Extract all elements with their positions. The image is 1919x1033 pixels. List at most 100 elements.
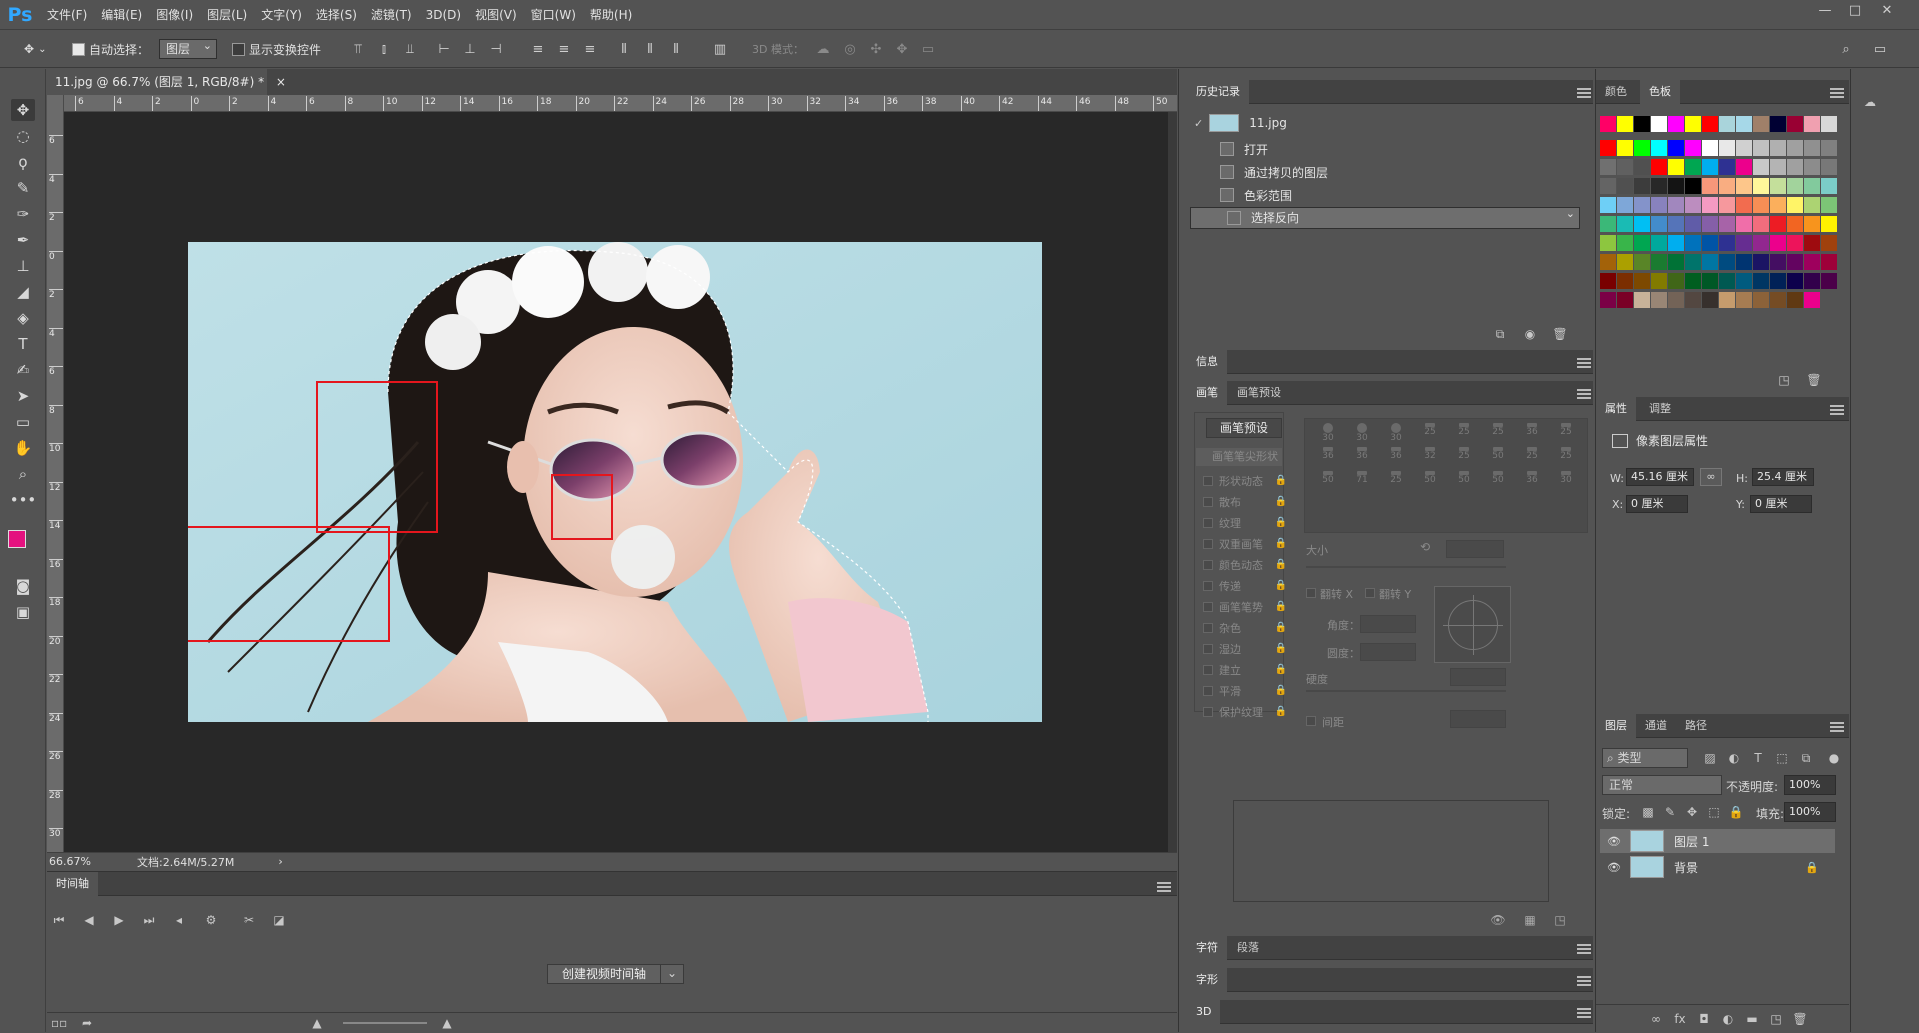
prev-frame-icon[interactable]: ◀ <box>81 912 97 928</box>
color-swatch[interactable] <box>1668 235 1684 251</box>
color-swatch[interactable] <box>1821 159 1837 175</box>
3d-scale-icon[interactable]: ▭ <box>920 42 936 58</box>
menu-item[interactable]: 文件(F) <box>40 0 94 30</box>
new-document-from-state-icon[interactable]: ⧉ <box>1492 326 1508 342</box>
reset-size-icon[interactable]: ⟲ <box>1420 540 1430 554</box>
zoom-slider[interactable] <box>343 1022 427 1024</box>
distribute-bottom-icon[interactable]: ≡ <box>582 42 598 58</box>
brush-tip-cell[interactable]: 36 <box>1515 471 1549 491</box>
color-swatch[interactable] <box>1617 273 1633 289</box>
tab-brush-presets[interactable]: 画笔预设 <box>1228 381 1290 405</box>
brush-option-checkbox[interactable] <box>1203 538 1213 549</box>
brush-option-lock-icon[interactable]: 🔒 <box>1275 580 1287 591</box>
color-swatch[interactable] <box>1634 159 1650 175</box>
eraser-tool-icon[interactable]: ◢ <box>11 281 35 303</box>
color-swatch[interactable] <box>1787 254 1803 270</box>
brush-option-item[interactable]: 保护纹理 🔒 <box>1197 702 1287 721</box>
color-swatch[interactable] <box>1668 273 1684 289</box>
color-swatch[interactable] <box>1804 273 1820 289</box>
lock-artboard-icon[interactable]: ⬚ <box>1706 804 1722 820</box>
zoom-level[interactable]: 66.67% <box>47 855 127 868</box>
color-swatch[interactable] <box>1821 197 1837 213</box>
foreground-color-swatch[interactable] <box>8 530 26 548</box>
menu-item[interactable]: 帮助(H) <box>583 0 639 30</box>
color-swatch[interactable] <box>1770 235 1786 251</box>
fill-field[interactable]: 100% <box>1784 802 1836 822</box>
color-swatch[interactable] <box>1787 159 1803 175</box>
color-swatch[interactable] <box>1753 292 1769 308</box>
align-hcenter-icon[interactable]: ⊥ <box>462 42 478 58</box>
filter-shape-icon[interactable]: ⬚ <box>1774 750 1790 766</box>
color-swatch[interactable] <box>1736 254 1752 270</box>
brush-tip-cell[interactable]: 25 <box>1549 447 1583 467</box>
history-item[interactable]: 通过拷贝的图层 <box>1190 161 1580 183</box>
search-icon[interactable]: ⌕ <box>1838 42 1854 58</box>
brush-tip-cell[interactable]: 30 <box>1311 423 1345 443</box>
brush-option-item[interactable]: 湿边 🔒 <box>1197 639 1287 658</box>
color-swatch[interactable] <box>1770 216 1786 232</box>
visibility-eye-icon[interactable]: 👁 <box>1606 835 1622 848</box>
color-swatch[interactable] <box>1685 197 1701 213</box>
color-swatch[interactable] <box>1651 116 1667 132</box>
brush-option-checkbox[interactable] <box>1203 643 1213 654</box>
color-swatch[interactable] <box>1702 216 1718 232</box>
color-swatch[interactable] <box>1736 273 1752 289</box>
more-tools-icon[interactable]: ••• <box>10 489 37 511</box>
color-swatch[interactable] <box>1753 216 1769 232</box>
3d-roll-icon[interactable]: ◎ <box>842 42 858 58</box>
color-swatch[interactable] <box>1685 292 1701 308</box>
swatches-menu-icon[interactable] <box>1830 88 1844 98</box>
brush-tip-cell[interactable]: 25 <box>1515 447 1549 467</box>
quick-select-tool-icon[interactable]: ✎ <box>11 177 35 199</box>
new-group-folder-icon[interactable]: ▬ <box>1744 1011 1760 1027</box>
color-swatch[interactable] <box>1770 178 1786 194</box>
color-swatch[interactable] <box>1617 235 1633 251</box>
color-swatch[interactable] <box>1617 159 1633 175</box>
brush-option-lock-icon[interactable]: 🔒 <box>1275 643 1287 654</box>
color-swatch[interactable] <box>1600 116 1616 132</box>
color-swatch[interactable] <box>1821 140 1837 156</box>
color-swatch[interactable] <box>1736 197 1752 213</box>
menu-item[interactable]: 图层(L) <box>200 0 254 30</box>
workspace-icon[interactable]: ▭ <box>1872 42 1888 58</box>
tab-layers[interactable]: 图层 <box>1596 714 1636 738</box>
color-swatch[interactable] <box>1804 254 1820 270</box>
color-swatch[interactable] <box>1634 235 1650 251</box>
next-frame-icon[interactable]: ⏭ <box>141 912 157 928</box>
audio-icon[interactable]: ◂ <box>171 912 187 928</box>
color-swatch[interactable] <box>1617 216 1633 232</box>
paint-bucket-tool-icon[interactable]: ◈ <box>11 307 35 329</box>
marquee-tool-icon[interactable]: ◌ <box>11 125 35 147</box>
color-swatch[interactable] <box>1770 197 1786 213</box>
layers-menu-icon[interactable] <box>1830 722 1844 732</box>
close-button[interactable]: ✕ <box>1872 0 1902 22</box>
color-swatch[interactable] <box>1600 273 1616 289</box>
brush-tip-cell[interactable]: 30 <box>1379 423 1413 443</box>
distribute-vcenter-icon[interactable]: ≡ <box>556 42 572 58</box>
color-swatch[interactable] <box>1719 235 1735 251</box>
brush-tip-cell[interactable]: 30 <box>1549 471 1583 491</box>
color-swatch[interactable] <box>1804 216 1820 232</box>
color-swatch[interactable] <box>1787 197 1803 213</box>
vertical-scrollbar[interactable] <box>1168 112 1177 852</box>
color-swatch[interactable] <box>1651 178 1667 194</box>
history-item[interactable]: 色彩范围 <box>1190 184 1580 206</box>
spacing-field[interactable] <box>1450 710 1506 728</box>
lock-position-icon[interactable]: ✥ <box>1684 804 1700 820</box>
color-swatch[interactable] <box>1787 216 1803 232</box>
brush-option-item[interactable]: 建立 🔒 <box>1197 660 1287 679</box>
brush-option-item[interactable]: 纹理 🔒 <box>1197 513 1287 532</box>
roundness-field[interactable] <box>1360 643 1416 661</box>
brush-toggle-preview-icon[interactable]: 👁 <box>1490 912 1506 928</box>
document-canvas-image[interactable] <box>188 242 1042 722</box>
tab-properties[interactable]: 属性 <box>1596 397 1636 421</box>
color-swatch[interactable] <box>1770 116 1786 132</box>
show-transform-checkbox[interactable] <box>232 42 245 56</box>
visibility-eye-icon[interactable]: 👁 <box>1606 861 1622 874</box>
history-snapshot[interactable]: ✓ 11.jpg <box>1190 112 1580 134</box>
brush-option-checkbox[interactable] <box>1203 517 1213 528</box>
color-swatch[interactable] <box>1770 254 1786 270</box>
color-swatch[interactable] <box>1702 235 1718 251</box>
tab-history[interactable]: 历史记录 <box>1187 80 1249 104</box>
3d-orbit-icon[interactable]: ☁ <box>815 42 831 58</box>
